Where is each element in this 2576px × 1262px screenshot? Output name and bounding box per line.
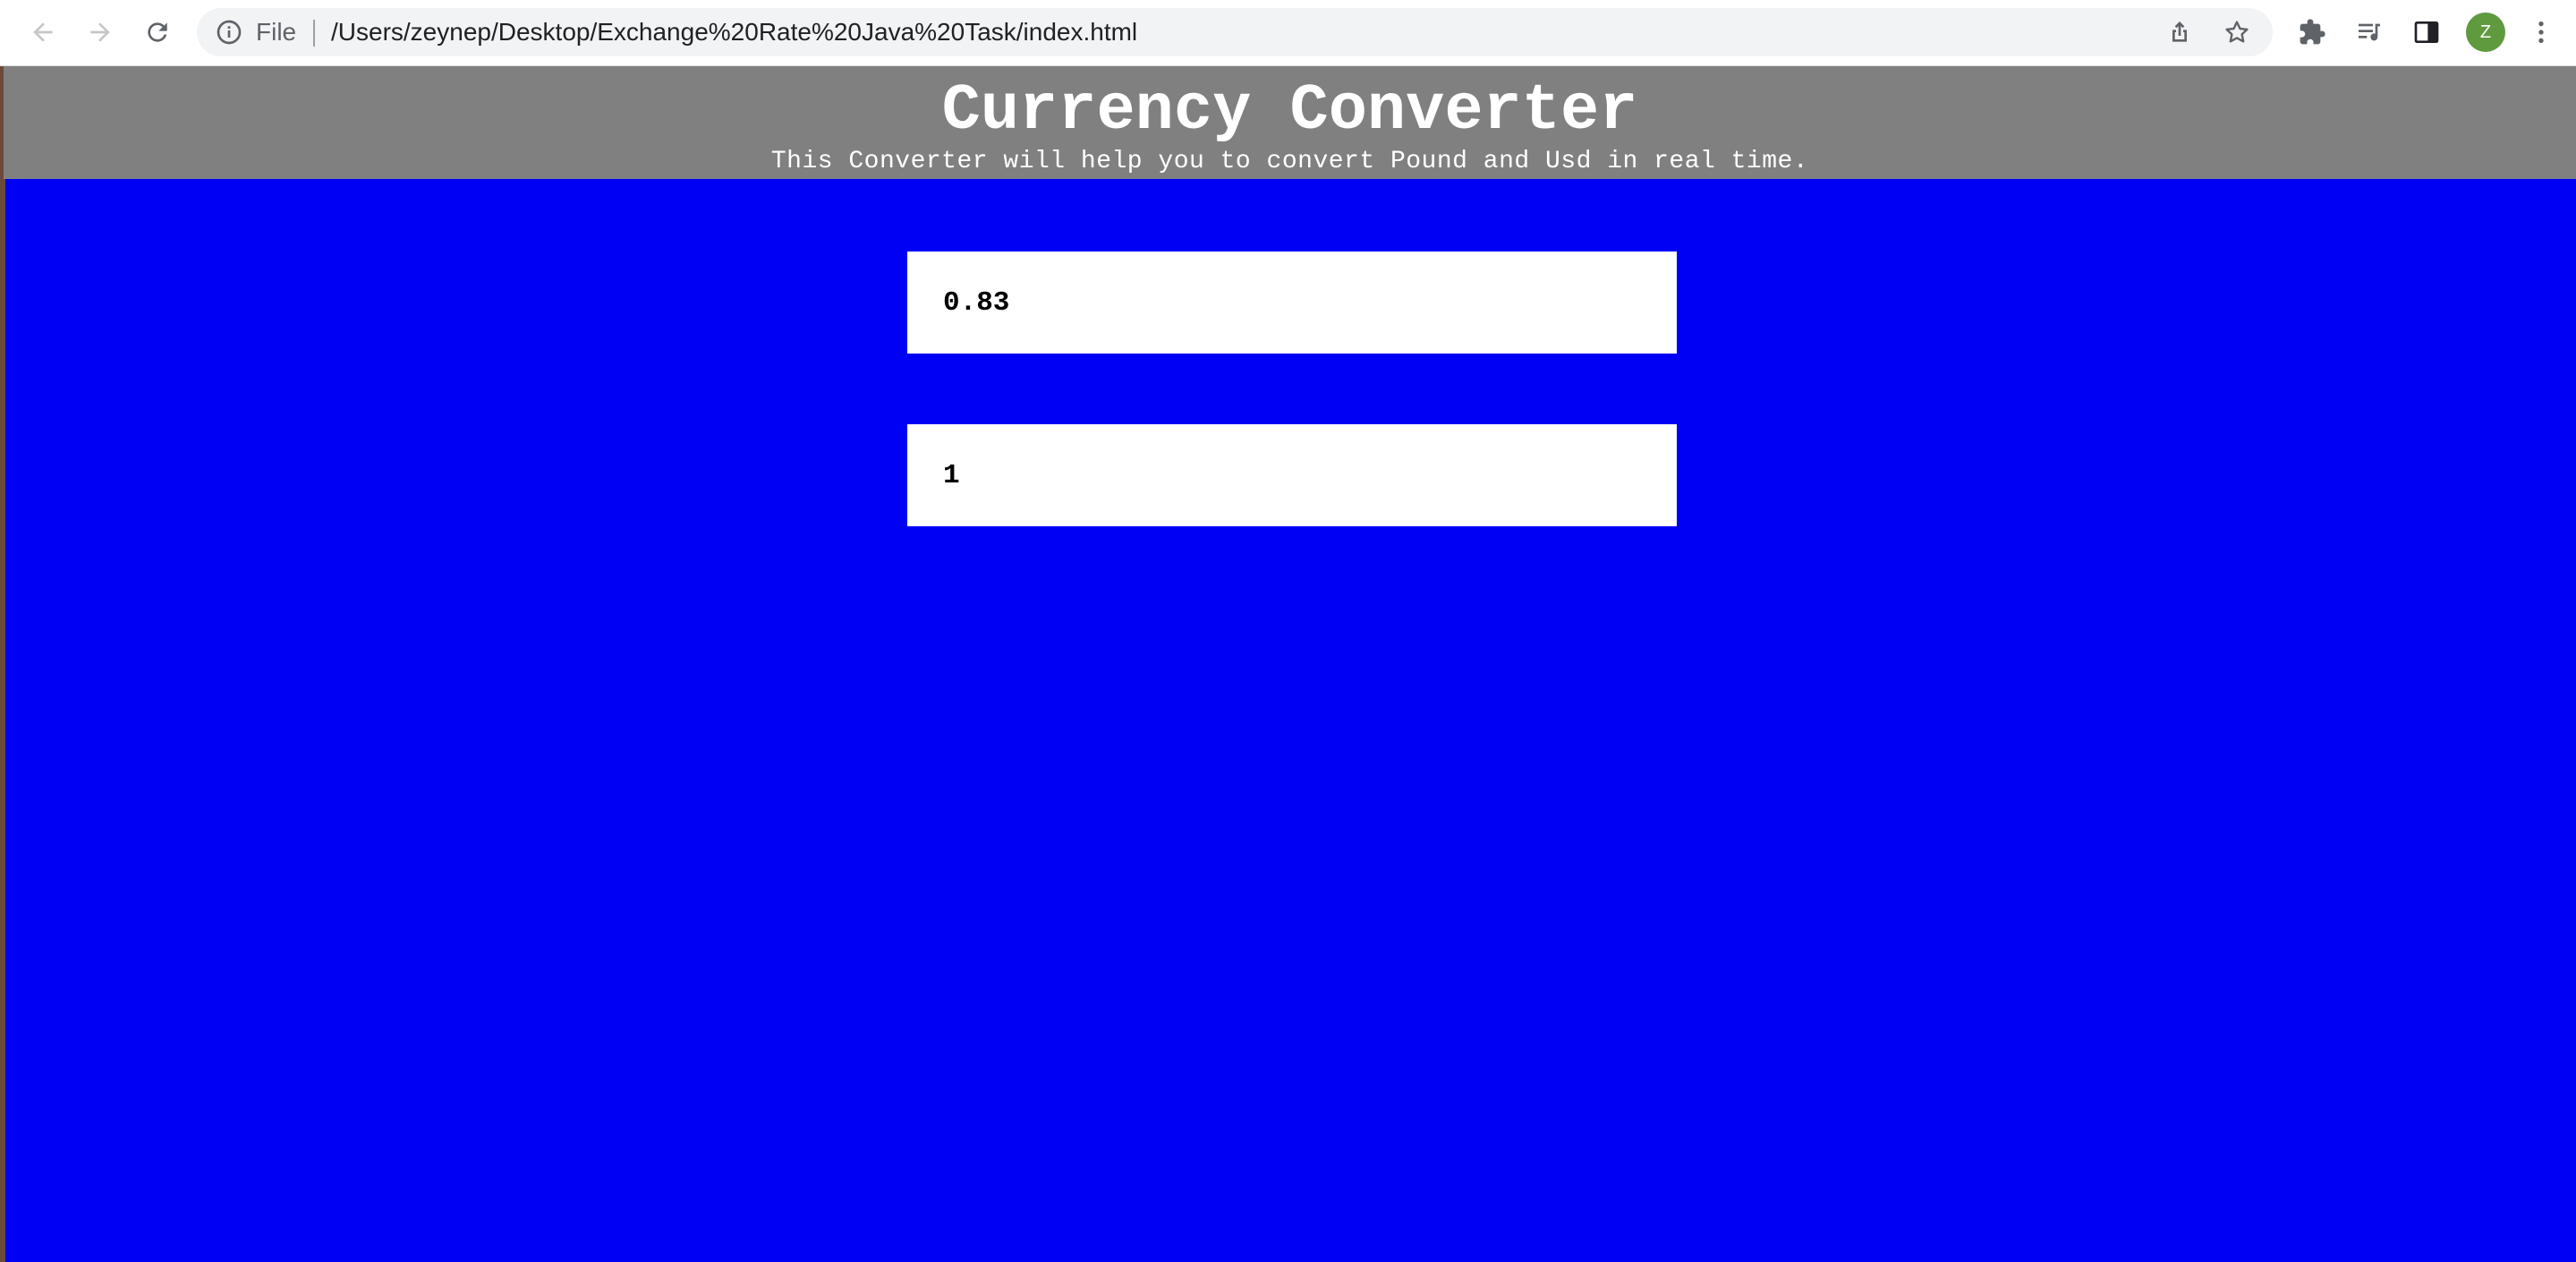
url-scheme-label: File bbox=[256, 18, 297, 46]
page-header: Currency Converter This Converter will h… bbox=[4, 66, 2576, 179]
back-button[interactable] bbox=[23, 13, 63, 52]
usd-amount-input[interactable] bbox=[907, 424, 1677, 526]
star-icon[interactable] bbox=[2223, 18, 2251, 47]
window-edge bbox=[0, 66, 5, 1262]
browser-menu-button[interactable] bbox=[2525, 16, 2557, 48]
omnibox-divider bbox=[313, 20, 315, 47]
page-subtitle: This Converter will help you to convert … bbox=[770, 148, 1809, 175]
page-title: Currency Converter bbox=[941, 74, 1638, 148]
forward-button[interactable] bbox=[81, 13, 120, 52]
puzzle-icon bbox=[2300, 19, 2325, 45]
media-control-button[interactable] bbox=[2353, 16, 2385, 48]
profile-avatar[interactable]: Z bbox=[2466, 13, 2505, 52]
side-panel-icon bbox=[2414, 21, 2439, 43]
extensions-button[interactable] bbox=[2296, 16, 2328, 48]
reload-button[interactable] bbox=[138, 13, 177, 52]
side-panel-button[interactable] bbox=[2410, 16, 2443, 48]
reload-icon bbox=[148, 22, 167, 42]
share-icon[interactable] bbox=[2165, 18, 2194, 47]
address-bar[interactable]: File /Users/zeynep/Desktop/Exchange%20Ra… bbox=[197, 8, 2273, 56]
arrow-right-icon bbox=[90, 22, 110, 42]
media-queue-icon bbox=[2359, 23, 2380, 41]
browser-toolbar: File /Users/zeynep/Desktop/Exchange%20Ra… bbox=[0, 0, 2576, 66]
pound-amount-input[interactable] bbox=[907, 252, 1677, 354]
kebab-menu-icon bbox=[2538, 21, 2544, 43]
arrow-left-icon bbox=[33, 22, 53, 42]
info-icon[interactable] bbox=[215, 18, 243, 47]
url-text[interactable]: /Users/zeynep/Desktop/Exchange%20Rate%20… bbox=[331, 20, 1137, 45]
